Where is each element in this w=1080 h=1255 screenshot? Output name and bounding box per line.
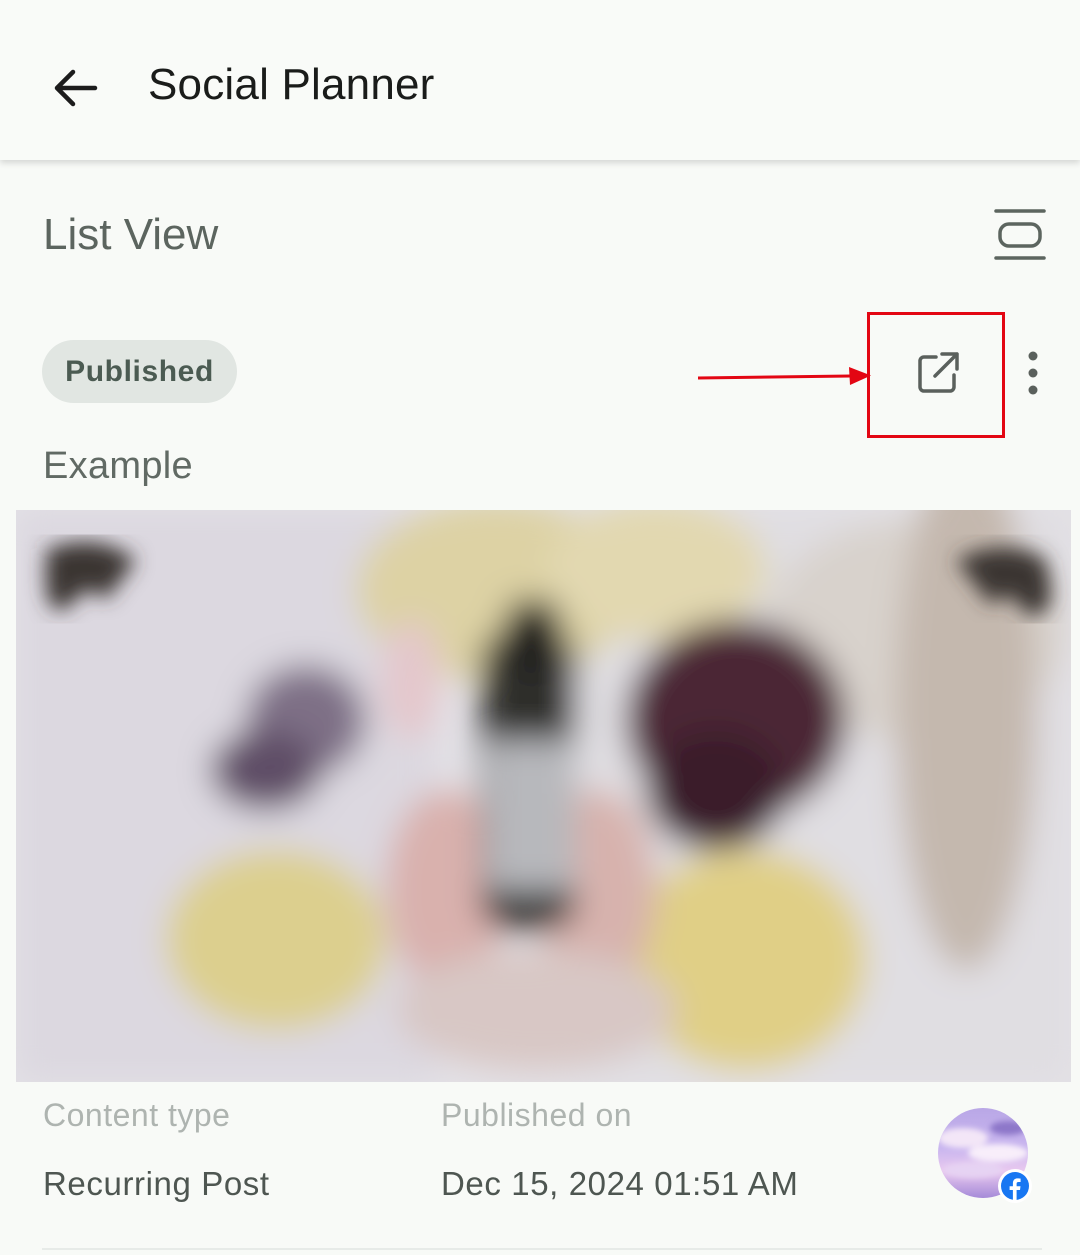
app-bar: Social Planner [0,0,1080,160]
back-button[interactable] [40,50,110,125]
published-on-value: Dec 15, 2024 01:51 AM [441,1165,799,1202]
open-post-link-button[interactable] [905,340,971,406]
section-title: List View [43,210,219,259]
card-divider [42,1248,1042,1250]
platform-badge [998,1169,1032,1203]
status-badge: Published [42,340,237,403]
content-type-value: Recurring Post [43,1165,270,1202]
post-image[interactable] [16,510,1071,1082]
published-on-label: Published on [441,1097,633,1133]
more-options-button[interactable] [1012,340,1054,406]
view-agenda-icon [994,209,1046,260]
view-toggle-button[interactable] [990,205,1050,265]
more-vertical-icon [1028,351,1038,395]
facebook-icon [1001,1172,1029,1200]
annotation-arrow [697,367,871,385]
page-title: Social Planner [148,60,435,109]
arrow-left-icon [54,69,98,106]
content-type-label: Content type [43,1097,231,1133]
open-in-new-icon [918,352,959,393]
post-title: Example [43,445,193,487]
